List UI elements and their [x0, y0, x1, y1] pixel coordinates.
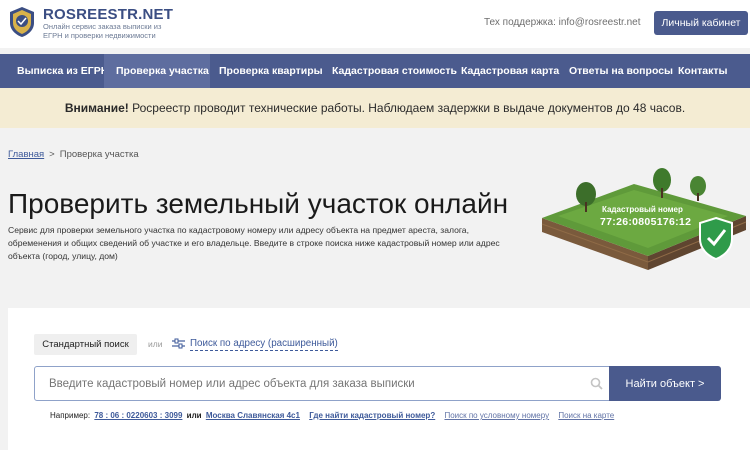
- logo-title[interactable]: ROSREESTR.NET: [43, 6, 173, 23]
- search-by-conditional-number-link[interactable]: Поиск по условному номеру: [444, 411, 549, 420]
- personal-cabinet-button[interactable]: Личный кабинет: [654, 11, 748, 35]
- breadcrumb-separator: >: [49, 149, 55, 160]
- page-title: Проверить земельный участок онлайн: [8, 188, 509, 219]
- find-object-button[interactable]: Найти объект >: [609, 366, 721, 401]
- logo-subtitle: Онлайн сервис заказа выписки из ЕГРН и п…: [43, 22, 162, 40]
- logo-emblem-icon[interactable]: [8, 6, 36, 38]
- site-header: ROSREESTR.NET Онлайн сервис заказа выпис…: [0, 0, 750, 48]
- nav-item-contacts[interactable]: Контакты: [668, 54, 750, 88]
- breadcrumb-home[interactable]: Главная: [8, 149, 44, 160]
- nav-item-egrn[interactable]: Выписка из ЕГРН: [0, 54, 108, 88]
- breadcrumb: Главная > Проверка участка: [8, 149, 139, 160]
- example-cadastral-number[interactable]: 78 : 06 : 0220603 : 3099: [94, 411, 182, 420]
- nav-item-faq[interactable]: Ответы на вопросы: [559, 54, 673, 88]
- nav-item-apartment-check[interactable]: Проверка квартиры: [210, 54, 323, 88]
- support-contact: Тех поддержка: info@rosreestr.net: [484, 17, 641, 28]
- notice-bold: Внимание!: [64, 101, 129, 115]
- main-nav: Выписка из ЕГРН Проверка участка Проверк…: [0, 54, 750, 88]
- example-address[interactable]: Москва Славянская 4с1: [206, 411, 300, 420]
- search-input[interactable]: [49, 367, 579, 400]
- cadastral-number: 77:26:0805176:12: [600, 216, 692, 228]
- examples-or: или: [186, 411, 202, 420]
- tab-standard-search[interactable]: Стандартный поиск: [34, 334, 137, 355]
- search-on-map-link[interactable]: Поиск на карте: [558, 411, 614, 420]
- breadcrumb-current: Проверка участка: [59, 149, 139, 160]
- cadastral-label: Кадастровый номер: [602, 205, 683, 214]
- where-find-cadastral-link[interactable]: Где найти кадастровый номер?: [309, 411, 435, 420]
- examples-prefix: Например:: [50, 411, 91, 420]
- search-box: [34, 366, 610, 401]
- nav-item-cadastral-value[interactable]: Кадастровая стоимость: [322, 54, 457, 88]
- page-description: Сервис для проверки земельного участка п…: [8, 225, 500, 262]
- maintenance-notice: Внимание! Росреестр проводит технические…: [0, 88, 750, 128]
- shield-check-icon: [699, 216, 733, 261]
- search-icon[interactable]: [590, 377, 603, 390]
- filter-sliders-icon: [172, 338, 185, 349]
- notice-text: Росреестр проводит технические работы. Н…: [128, 101, 686, 115]
- nav-item-cadastral-map[interactable]: Кадастровая карта: [451, 54, 559, 88]
- tab-address-search[interactable]: Поиск по адресу (расширенный): [190, 338, 338, 351]
- tab-separator-or: или: [148, 339, 163, 349]
- nav-item-land-check[interactable]: Проверка участка: [104, 54, 210, 88]
- search-examples: Например: 78 : 06 : 0220603 : 3099 или М…: [50, 411, 616, 420]
